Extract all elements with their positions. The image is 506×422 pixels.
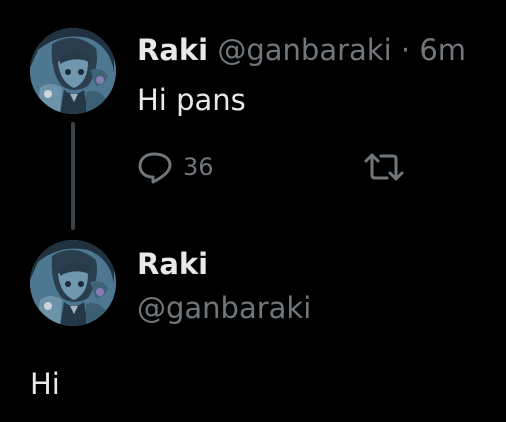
separator-dot: · bbox=[400, 33, 411, 67]
reply-count: 36 bbox=[183, 153, 214, 181]
tweet-header: Raki @ganbaraki · 6m bbox=[137, 32, 466, 68]
tweet-text: Hi pans bbox=[137, 83, 246, 117]
display-name[interactable]: Raki bbox=[137, 246, 208, 282]
parent-tweet[interactable]: Raki @ganbaraki · 6m Hi pans 36 bbox=[0, 0, 506, 230]
reply-button[interactable]: 36 bbox=[137, 150, 214, 184]
avatar[interactable] bbox=[30, 28, 116, 114]
anime-avatar-icon bbox=[30, 28, 116, 114]
user-handle[interactable]: @ganbaraki bbox=[137, 290, 311, 326]
tweet-text: Hi bbox=[30, 367, 60, 401]
reply-icon bbox=[137, 150, 173, 184]
thread-connector-line bbox=[71, 122, 75, 230]
retweet-icon bbox=[363, 150, 405, 184]
timestamp[interactable]: 6m bbox=[419, 33, 466, 67]
anime-avatar-icon bbox=[30, 240, 116, 326]
display-name[interactable]: Raki bbox=[137, 33, 208, 67]
retweet-button[interactable] bbox=[363, 150, 405, 184]
avatar[interactable] bbox=[30, 240, 116, 326]
user-handle[interactable]: @ganbaraki bbox=[217, 33, 391, 67]
